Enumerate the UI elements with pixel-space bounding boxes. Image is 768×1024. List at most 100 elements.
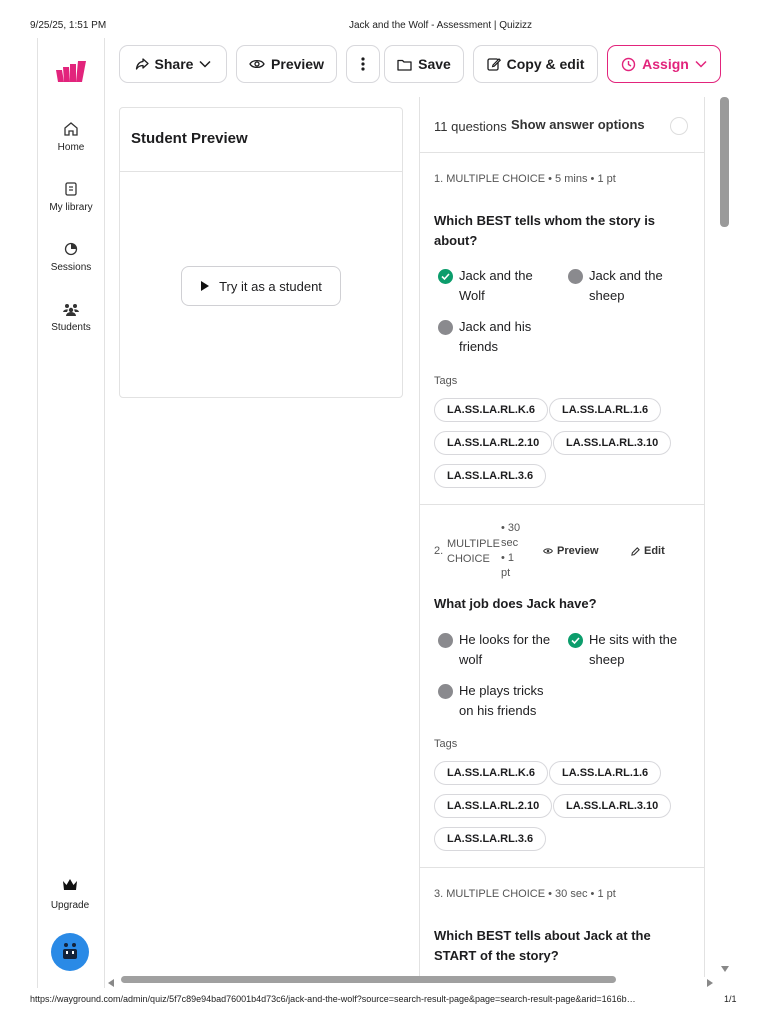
print-title: Jack and the Wolf - Assessment | Quizizz xyxy=(349,20,533,31)
print-page-number: 1/1 xyxy=(724,994,737,1004)
edit-icon xyxy=(486,58,501,71)
tag-chip[interactable]: LA.SS.LA.RL.1.6 xyxy=(549,761,662,785)
scroll-left-arrow-icon[interactable] xyxy=(107,975,115,993)
divider xyxy=(420,504,704,505)
tags-label: Tags xyxy=(434,738,458,750)
more-options-button[interactable] xyxy=(346,45,380,83)
option-dot-icon xyxy=(568,269,583,284)
option-dot-icon xyxy=(438,633,453,648)
tag-chip[interactable]: LA.SS.LA.RL.3.10 xyxy=(553,794,672,818)
answer-option: He plays tricks on his friends xyxy=(459,683,544,718)
avatar[interactable] xyxy=(51,933,89,971)
upgrade-button[interactable]: Upgrade xyxy=(37,878,103,911)
try-as-student-button[interactable]: Try it as a student xyxy=(181,266,341,306)
try-as-student-label: Try it as a student xyxy=(219,278,322,294)
tag-chip[interactable]: LA.SS.LA.RL.3.10 xyxy=(553,431,672,455)
chevron-down-icon xyxy=(695,60,707,68)
eye-icon xyxy=(543,548,553,554)
crown-icon xyxy=(63,879,77,890)
question-type: MULTIPLE CHOICE xyxy=(446,888,546,900)
tags-label: Tags xyxy=(434,375,458,387)
question-type: MULTIPLE CHOICE xyxy=(446,173,546,185)
vertical-scrollbar[interactable] xyxy=(720,97,729,227)
question-count: 11 questions xyxy=(434,119,507,134)
sidebar-item-label: Home xyxy=(57,142,85,153)
option-dot-icon xyxy=(438,320,453,335)
show-answer-options-toggle[interactable] xyxy=(670,117,688,135)
students-icon xyxy=(63,304,79,316)
question-number: 3. xyxy=(434,888,444,900)
more-vertical-icon xyxy=(361,57,365,71)
question-text: Which BEST tells whom the story is about… xyxy=(434,213,656,248)
share-icon xyxy=(135,58,149,70)
scroll-right-arrow-icon[interactable] xyxy=(706,975,714,993)
sidebar-item-label: Students xyxy=(51,322,91,333)
sidebar: Home My library Sessions Students xyxy=(37,38,105,988)
horizontal-scrollbar[interactable] xyxy=(121,976,616,983)
share-label: Share xyxy=(154,56,194,72)
copy-edit-button[interactable]: Copy & edit xyxy=(473,45,598,83)
library-icon xyxy=(65,182,77,196)
tag-chip[interactable]: LA.SS.LA.RL.K.6 xyxy=(434,398,549,422)
upgrade-label: Upgrade xyxy=(50,900,90,911)
sessions-icon xyxy=(64,242,78,256)
question-preview-button[interactable]: Preview xyxy=(543,545,599,557)
assign-label: Assign xyxy=(642,56,689,72)
question-preview-label: Preview xyxy=(557,545,599,557)
tag-chip[interactable]: LA.SS.LA.RL.3.6 xyxy=(434,827,547,851)
question-number: 2. xyxy=(434,545,444,557)
tag-chip[interactable]: LA.SS.LA.RL.3.6 xyxy=(434,464,547,488)
assign-button[interactable]: Assign xyxy=(607,45,721,83)
questions-panel: 11 questions Show answer options 1. MULT… xyxy=(419,97,705,977)
sidebar-item-students[interactable]: Students xyxy=(38,301,104,333)
quizizz-logo-icon[interactable] xyxy=(54,60,88,89)
sidebar-item-my-library[interactable]: My library xyxy=(38,181,104,213)
question-text: What job does Jack have? xyxy=(434,596,597,611)
copy-edit-label: Copy & edit xyxy=(506,56,585,72)
question-time: 30 sec xyxy=(555,888,588,900)
question-meta: 3. MULTIPLE CHOICE • 30 sec • 1 pt xyxy=(434,888,616,900)
home-icon xyxy=(64,122,78,136)
divider xyxy=(420,152,704,153)
save-label: Save xyxy=(418,56,451,72)
tag-chip[interactable]: LA.SS.LA.RL.2.10 xyxy=(434,431,553,455)
question-edit-button[interactable]: Edit xyxy=(631,545,665,557)
answer-option: Jack and the Wolf xyxy=(459,268,533,303)
question-edit-label: Edit xyxy=(644,545,665,557)
sidebar-item-label: Sessions xyxy=(50,262,92,273)
answer-option: Jack and his friends xyxy=(459,319,532,354)
print-url: https://wayground.com/admin/quiz/5f7c89e… xyxy=(30,994,636,1004)
question-points: 1 pt xyxy=(597,173,616,185)
student-preview-panel: Student Preview xyxy=(119,107,403,398)
save-button[interactable]: Save xyxy=(384,45,464,83)
eye-icon xyxy=(249,59,265,69)
scroll-down-arrow-icon[interactable] xyxy=(720,960,730,978)
monster-avatar-icon xyxy=(63,943,77,959)
preview-label: Preview xyxy=(271,56,324,72)
question-number: 1. xyxy=(434,173,444,185)
question-time-points: • 30 sec • 1 pt xyxy=(501,522,521,579)
answer-option: He sits with the sheep xyxy=(589,632,678,667)
sidebar-item-home[interactable]: Home xyxy=(38,121,104,153)
student-preview-title: Student Preview xyxy=(131,130,248,147)
correct-check-icon xyxy=(438,269,453,284)
tag-chip[interactable]: LA.SS.LA.RL.1.6 xyxy=(549,398,662,422)
print-date: 9/25/25, 1:51 PM xyxy=(30,20,107,31)
show-answer-options-label: Show answer options xyxy=(511,117,645,132)
answer-option: Jack and the sheep xyxy=(589,268,663,303)
chevron-down-icon xyxy=(199,60,211,68)
student-preview-header: Student Preview xyxy=(120,108,402,172)
question-text: Which BEST tells about Jack at the START… xyxy=(434,928,651,963)
sidebar-item-sessions[interactable]: Sessions xyxy=(38,241,104,273)
option-dot-icon xyxy=(438,684,453,699)
question-time: 5 mins xyxy=(555,173,588,185)
tag-chip[interactable]: LA.SS.LA.RL.K.6 xyxy=(434,761,549,785)
sidebar-item-label: My library xyxy=(49,202,93,213)
folder-icon xyxy=(397,59,412,71)
answer-option: He looks for the wolf xyxy=(459,632,551,667)
pencil-icon xyxy=(631,546,640,556)
tag-chip[interactable]: LA.SS.LA.RL.2.10 xyxy=(434,794,553,818)
preview-button[interactable]: Preview xyxy=(236,45,337,83)
share-button[interactable]: Share xyxy=(119,45,227,83)
play-icon xyxy=(201,281,210,291)
